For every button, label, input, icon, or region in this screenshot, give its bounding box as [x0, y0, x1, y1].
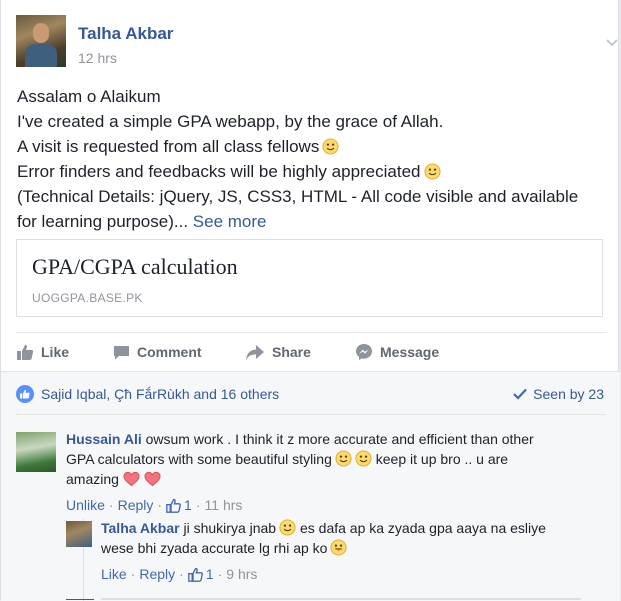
- comment-body: Talha Akbar ji shukirya jnab es dafa ap …: [101, 518, 546, 584]
- post-card: Talha Akbar 12 hrs Assalam o Alaikum I'v…: [0, 0, 620, 601]
- seen-by[interactable]: Seen by 23: [513, 386, 604, 402]
- likers-list[interactable]: Sajid Iqbal, Çħ FắrRùkh and 16 others: [41, 386, 279, 402]
- comment-line: wese bhi zyada accurate lg rhi ap ko: [101, 538, 546, 558]
- like-link[interactable]: Like: [101, 564, 127, 584]
- link-title[interactable]: GPA/CGPA calculation: [32, 254, 238, 280]
- like-button[interactable]: Like: [16, 342, 69, 362]
- heart-emoji-icon: [144, 471, 161, 487]
- message-button[interactable]: Message: [355, 342, 439, 362]
- commenter-name[interactable]: Talha Akbar: [101, 520, 180, 536]
- smile-emoji-icon: [355, 450, 372, 467]
- check-icon: [513, 388, 527, 400]
- comment-timestamp[interactable]: 9 hrs: [226, 564, 257, 584]
- comment-meta: Unlike · Reply · 1 · 11 hrs: [66, 495, 243, 515]
- author-avatar[interactable]: [16, 15, 66, 67]
- see-more-link[interactable]: See more: [193, 212, 267, 231]
- post-line: I've created a simple GPA webapp, by the…: [17, 112, 444, 131]
- smile-emoji-icon: [279, 519, 296, 536]
- like-label: Like: [41, 344, 70, 360]
- divider: [16, 414, 606, 415]
- post-line: Error finders and feedbacks will be high…: [17, 159, 607, 184]
- comment-body: Hussain Ali owsum work . I think it z mo…: [66, 429, 534, 515]
- smile-emoji-icon: [335, 450, 352, 467]
- comment-line: Talha Akbar ji shukirya jnab es dafa ap …: [101, 519, 546, 536]
- comment-label: Comment: [137, 344, 202, 360]
- comment-line: amazing: [66, 469, 534, 489]
- reply-link[interactable]: Reply: [118, 495, 154, 515]
- comment-timestamp[interactable]: 11 hrs: [205, 495, 243, 515]
- reply-comment: Talha Akbar ji shukirya jnab es dafa ap …: [66, 518, 606, 593]
- seen-by-label: Seen by 23: [533, 386, 604, 402]
- share-label: Share: [272, 344, 311, 360]
- post-line: for learning purpose)... See more: [17, 212, 267, 231]
- unlike-link[interactable]: Unlike: [66, 495, 105, 515]
- like-badge-icon: [16, 385, 34, 403]
- post-line: (Technical Details: jQuery, JS, CSS3, HT…: [17, 187, 579, 206]
- commenter-name[interactable]: Hussain Ali: [66, 431, 142, 447]
- link-domain: UOGGPA.BASE.PK: [32, 291, 143, 305]
- author-name[interactable]: Talha Akbar: [78, 24, 173, 44]
- thumbs-up-icon: [187, 567, 203, 582]
- messenger-icon: [356, 344, 372, 360]
- comment-like-count[interactable]: 1: [206, 564, 214, 584]
- link-preview[interactable]: GPA/CGPA calculation UOGGPA.BASE.PK: [16, 239, 603, 317]
- share-icon: [246, 344, 264, 360]
- comment-line: Hussain Ali owsum work . I think it z mo…: [66, 431, 534, 447]
- commenter-avatar[interactable]: [66, 521, 92, 547]
- post-header: Talha Akbar 12 hrs: [16, 15, 618, 69]
- message-label: Message: [380, 344, 440, 360]
- reply-link[interactable]: Reply: [139, 564, 175, 584]
- smile-emoji-icon: [322, 138, 339, 155]
- action-bar: Like Comment Share Message: [16, 332, 606, 369]
- share-button[interactable]: Share: [245, 342, 311, 362]
- chevron-down-icon[interactable]: [606, 37, 618, 49]
- commenter-avatar[interactable]: [16, 432, 56, 472]
- comment-button[interactable]: Comment: [113, 342, 202, 362]
- comment-line: GPA calculators with some beautiful styl…: [66, 450, 509, 467]
- thumbs-up-icon: [166, 498, 181, 513]
- comment-meta: Like · Reply · 1 · 9 hrs: [101, 564, 258, 584]
- smile-emoji-icon: [423, 163, 441, 180]
- thumbs-up-icon: [17, 344, 34, 360]
- comment: Hussain Ali owsum work . I think it z mo…: [16, 429, 606, 515]
- post-timestamp[interactable]: 12 hrs: [78, 50, 117, 66]
- likes-summary: Sajid Iqbal, Çħ FắrRùkh and 16 others Se…: [16, 384, 606, 404]
- post-line: A visit is requested from all class fell…: [17, 134, 607, 159]
- post-line: Assalam o Alaikum: [17, 87, 161, 106]
- comment-like-count[interactable]: 1: [184, 495, 192, 515]
- post-body: Assalam o Alaikum I've created a simple …: [17, 84, 607, 234]
- comment-icon: [114, 345, 129, 359]
- tongue-emoji-icon: [330, 539, 347, 556]
- feedback-section: Sajid Iqbal, Çħ FắrRùkh and 16 others Se…: [1, 371, 620, 601]
- heart-emoji-icon: [123, 471, 140, 487]
